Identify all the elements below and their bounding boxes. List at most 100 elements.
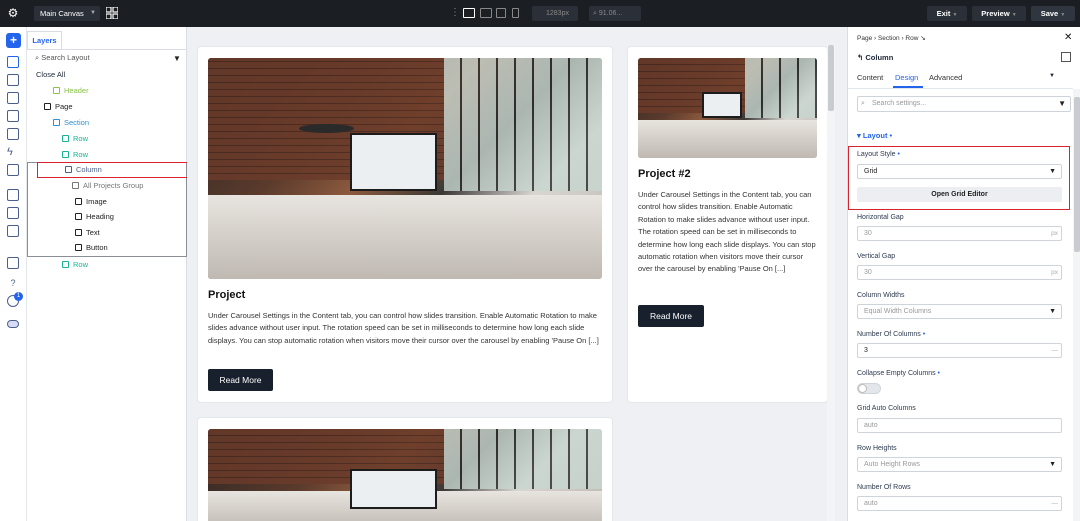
- stepper-icon[interactable]: —: [1052, 344, 1059, 357]
- width-value: 1283px: [546, 10, 569, 17]
- image-desk: [638, 120, 817, 158]
- section-layout[interactable]: ▾ Layout •: [857, 131, 892, 140]
- layer-item-all-projects-group[interactable]: All Projects Group: [27, 179, 187, 193]
- column-widths-select[interactable]: Equal Width Columns ▼: [857, 304, 1062, 319]
- close-all-button[interactable]: Close All: [27, 68, 187, 82]
- image-icon: [75, 198, 82, 205]
- tab-design[interactable]: Design: [895, 73, 918, 82]
- open-grid-editor-button[interactable]: Open Grid Editor: [857, 187, 1062, 202]
- vertical-gap-value: 30: [864, 269, 872, 276]
- settings-icon[interactable]: [7, 225, 19, 237]
- layers-panel: Layers ⌕ Search Layout ▼ Close All Heade…: [27, 27, 189, 521]
- layer-item-row[interactable]: Row: [27, 148, 187, 162]
- scrollbar-thumb[interactable]: [828, 45, 834, 111]
- preview-label: Preview: [981, 9, 1010, 18]
- filter-icon[interactable]: ▼: [173, 54, 181, 63]
- stack-icon[interactable]: [7, 257, 19, 269]
- tab-layers[interactable]: Layers: [27, 31, 62, 49]
- templates-icon[interactable]: [7, 128, 19, 140]
- settings-sliders-icon[interactable]: [7, 164, 19, 176]
- row-heights-value: Auto Height Rows: [864, 461, 921, 468]
- chevron-down-icon: ▼: [1060, 12, 1066, 18]
- menu-icon[interactable]: [1061, 52, 1071, 62]
- lightning-icon[interactable]: ϟ: [7, 146, 19, 158]
- project-card-3[interactable]: [198, 418, 612, 521]
- stepper-icon[interactable]: —: [1052, 497, 1059, 510]
- tab-advanced[interactable]: Advanced: [929, 73, 962, 82]
- plus-icon[interactable]: +: [6, 33, 21, 48]
- layer-item-label: Row: [73, 150, 89, 159]
- number-of-rows-label: Number Of Rows: [857, 484, 911, 491]
- hierarchy-icon[interactable]: [7, 189, 19, 201]
- number-of-rows-input[interactable]: auto —: [857, 496, 1062, 511]
- preview-button[interactable]: Preview ▼: [972, 6, 1026, 21]
- project-card-1[interactable]: Project Under Carousel Settings in the C…: [198, 47, 612, 402]
- close-icon[interactable]: ✕: [1064, 32, 1072, 43]
- grid-auto-columns-input[interactable]: auto: [857, 418, 1062, 433]
- tablet-icon[interactable]: [496, 8, 506, 18]
- laptop-icon[interactable]: [480, 8, 492, 18]
- image-monitor: [702, 92, 742, 118]
- all-projects-group-icon: [72, 182, 79, 189]
- database-icon[interactable]: [7, 92, 19, 104]
- layer-item-heading[interactable]: Heading: [27, 210, 187, 224]
- layer-item-image[interactable]: Image: [27, 195, 187, 209]
- settings-search-input[interactable]: ⌕ Search settings... ▼: [857, 96, 1071, 112]
- layer-item-row[interactable]: Row: [27, 258, 187, 272]
- layer-item-column[interactable]: Column: [27, 163, 187, 177]
- gear-icon[interactable]: ⚙: [4, 4, 22, 22]
- row-icon: [62, 135, 69, 142]
- exit-button[interactable]: Exit ▼: [927, 6, 967, 21]
- zoom-input[interactable]: ⌕ 91.06...: [589, 6, 641, 21]
- panel-scrollbar[interactable]: [1073, 89, 1080, 521]
- canvas-select[interactable]: Main Canvas ▼: [34, 6, 100, 21]
- button-icon: [75, 244, 82, 251]
- read-more-button-1[interactable]: Read More: [208, 369, 273, 391]
- save-button[interactable]: Save ▼: [1031, 6, 1075, 21]
- layer-item-button[interactable]: Button: [27, 241, 187, 255]
- divider: [848, 88, 1073, 89]
- layout-style-select[interactable]: Grid ▼: [857, 164, 1062, 179]
- collapse-empty-toggle[interactable]: [857, 383, 881, 394]
- horizontal-gap-input[interactable]: 30 px: [857, 226, 1062, 241]
- number-of-columns-value: 3: [864, 347, 868, 354]
- back-button[interactable]: ↰ Column: [857, 53, 893, 62]
- breadcrumb[interactable]: Page › Section › Row ↘: [857, 34, 926, 42]
- image-window: [444, 429, 602, 489]
- width-input[interactable]: 1283px: [532, 6, 578, 21]
- comments-icon[interactable]: [7, 110, 19, 122]
- toggle-icon[interactable]: [7, 320, 19, 328]
- layer-item-header[interactable]: Header: [27, 84, 187, 98]
- component-icon[interactable]: [7, 207, 19, 219]
- layer-item-text[interactable]: Text: [27, 226, 187, 240]
- unit-label: px: [1051, 269, 1058, 276]
- search-layout-input[interactable]: ⌕ Search Layout: [35, 53, 90, 63]
- number-of-columns-input[interactable]: 3—: [857, 343, 1062, 358]
- row-heights-select[interactable]: Auto Height Rows ▼: [857, 457, 1062, 472]
- filter-icon[interactable]: ▼: [1058, 97, 1066, 111]
- vertical-gap-input[interactable]: 30 px: [857, 265, 1062, 280]
- layer-item-section[interactable]: Section: [27, 116, 187, 130]
- help-icon[interactable]: ?: [7, 277, 19, 289]
- tab-content[interactable]: Content: [857, 73, 883, 82]
- canvas-scrollbar[interactable]: [827, 45, 835, 521]
- pages-icon[interactable]: [7, 74, 19, 86]
- number-of-rows-value: auto: [864, 500, 878, 507]
- chevron-down-icon[interactable]: ▼: [1049, 73, 1055, 79]
- phone-icon[interactable]: [512, 8, 519, 18]
- desktop-icon[interactable]: [463, 8, 475, 18]
- canvas-area: Project Under Carousel Settings in the C…: [187, 27, 835, 521]
- divider: [27, 49, 187, 50]
- layer-item-label: Section: [64, 118, 90, 127]
- layer-item-page[interactable]: Page: [27, 100, 187, 114]
- more-icon[interactable]: ⋮: [450, 7, 460, 18]
- project-card-2[interactable]: Project #2 Under Carousel Settings in th…: [628, 47, 827, 402]
- grid-icon[interactable]: [106, 7, 118, 19]
- heading-icon: [75, 213, 82, 220]
- scrollbar-thumb[interactable]: [1074, 97, 1080, 252]
- layer-item-row[interactable]: Row: [27, 132, 187, 146]
- read-more-button-2[interactable]: Read More: [638, 305, 704, 327]
- layer-item-label: Row: [73, 134, 89, 143]
- layers-icon[interactable]: [7, 56, 19, 68]
- collapse-empty-label: Collapse Empty Columns •: [857, 370, 940, 377]
